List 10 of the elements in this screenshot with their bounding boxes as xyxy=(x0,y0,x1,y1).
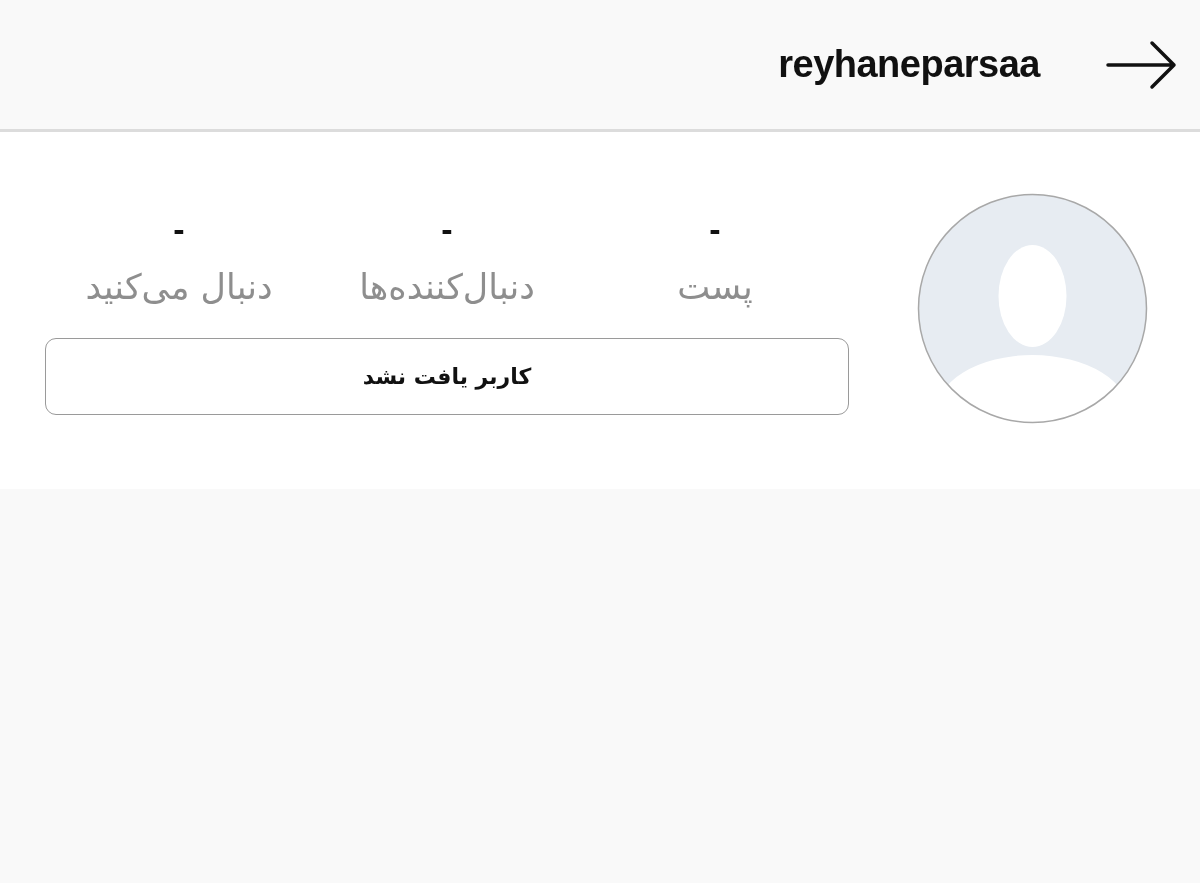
stat-value: - xyxy=(709,209,721,249)
stat-label: دنبال‌کننده‌ها xyxy=(359,266,535,309)
user-not-found-button[interactable]: کاربر یافت نشد xyxy=(45,338,849,415)
stat-label: پست xyxy=(677,266,753,310)
arrow-right-icon[interactable] xyxy=(1106,39,1178,90)
stat-label: دنبال می‌کنید xyxy=(85,266,273,309)
avatar-silhouette-icon xyxy=(917,193,1148,424)
stat-value: - xyxy=(441,209,453,249)
stat-value: - xyxy=(173,209,185,249)
username-title: reyhaneparsaa xyxy=(778,43,1040,86)
